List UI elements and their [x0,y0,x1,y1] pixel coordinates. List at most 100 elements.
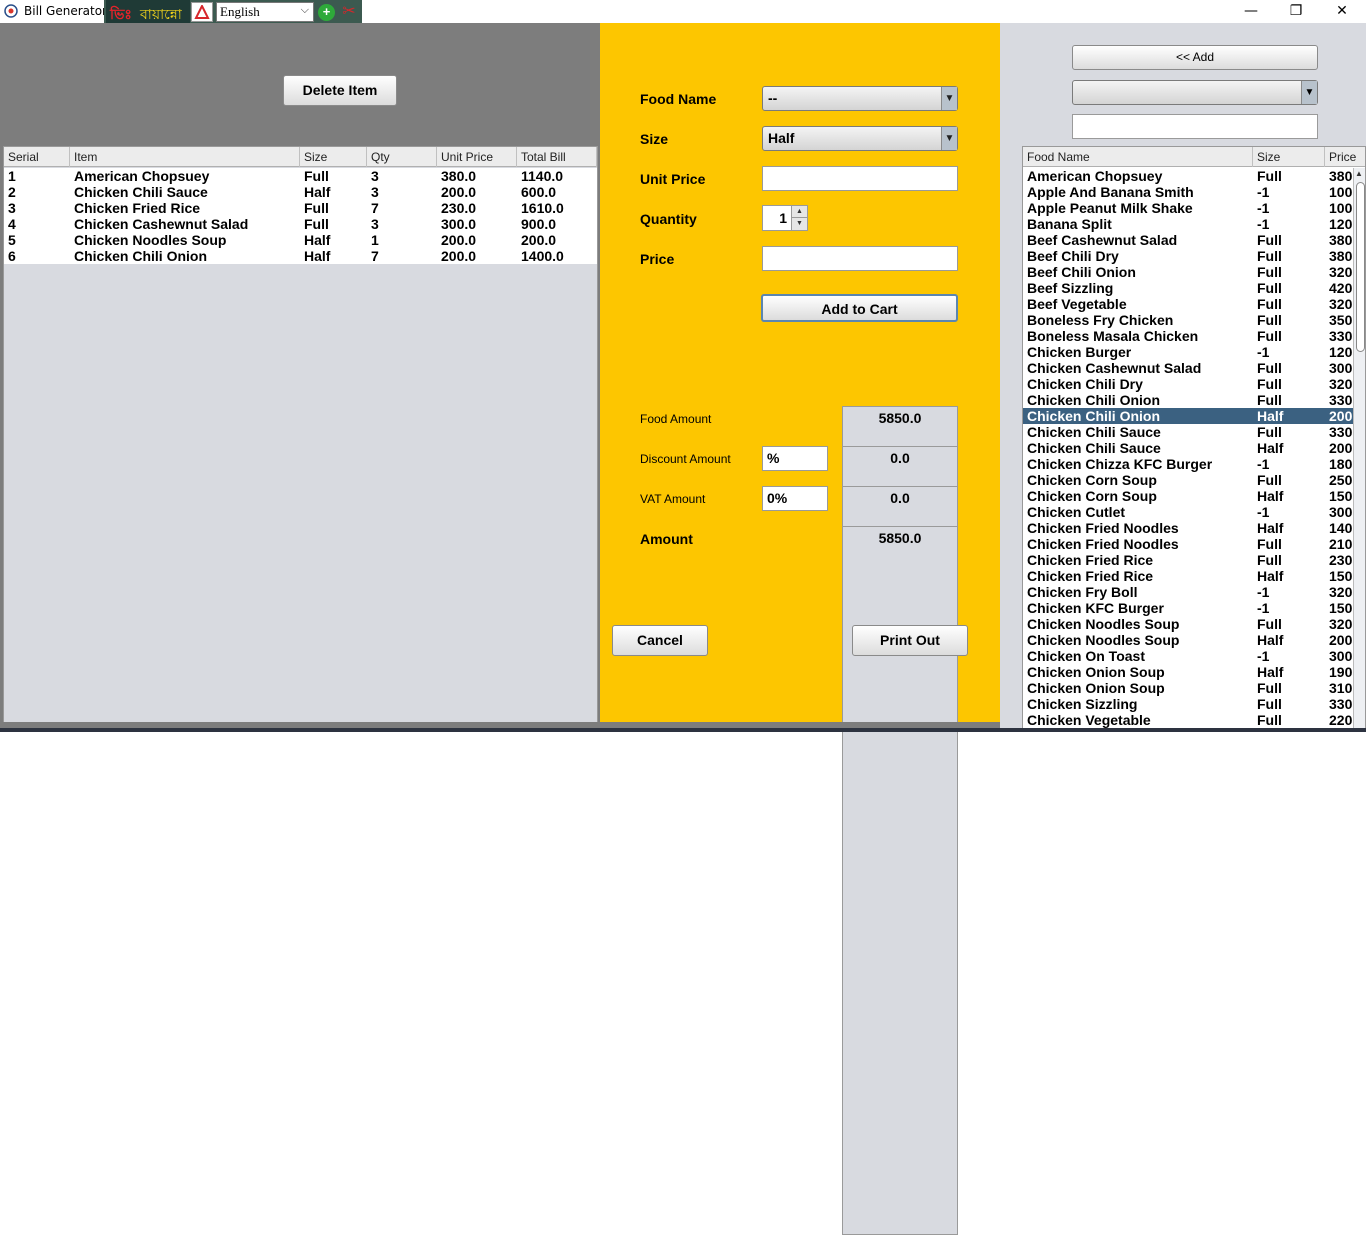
cart-table-row[interactable]: 3 Chicken Fried Rice Full 7 230.0 1610.0 [4,200,597,216]
menu-table-row[interactable]: Chicken Corn Soup Half 150 [1023,488,1353,504]
category-select[interactable]: ▼ [1072,80,1318,105]
menu-table-row[interactable]: Chicken Corn Soup Full 250 [1023,472,1353,488]
cell-total-bill: 1140.0 [521,168,564,184]
cell-qty: 7 [371,248,379,264]
size-select[interactable]: Half ▼ [762,126,958,151]
cart-table-row[interactable]: 6 Chicken Chili Onion Half 7 200.0 1400.0 [4,248,597,264]
ime-add-icon[interactable]: + [318,4,335,21]
menu-table-row[interactable]: Chicken Chili Onion Half 200 [1023,408,1353,424]
menu-table-row[interactable]: Chicken Fried Noodles Half 140 [1023,520,1353,536]
ime-logo[interactable]: ভিঃ বায়ান্নো [106,0,190,24]
scroll-up-icon[interactable]: ▲ [1355,169,1363,178]
menu-table-row[interactable]: Chicken On Toast -1 300 [1023,648,1353,664]
column-serial[interactable]: Serial [4,147,70,167]
unit-price-field[interactable] [762,166,958,191]
column-total-bill[interactable]: Total Bill [517,147,597,167]
cell-total-bill: 600.0 [521,184,557,200]
cell-price: 320 [1329,264,1353,280]
discount-percent-field[interactable]: % [762,446,828,471]
cart-table-row[interactable]: 2 Chicken Chili Sauce Half 3 200.0 600.0 [4,184,597,200]
cell-food-name: Chicken Corn Soup [1027,472,1157,488]
menu-table-row[interactable]: Chicken KFC Burger -1 150 [1023,600,1353,616]
spinner-down-icon[interactable]: ▼ [791,218,807,230]
menu-table-row[interactable]: Chicken Chizza KFC Burger -1 180 [1023,456,1353,472]
menu-table-row[interactable]: Chicken Chili Dry Full 320 [1023,376,1353,392]
price-field[interactable] [762,246,958,271]
column-qty[interactable]: Qty [367,147,437,167]
cell-qty: 7 [371,200,379,216]
column-size[interactable]: Size [300,147,367,167]
cell-food-name: Chicken Fried Noodles [1027,536,1179,552]
menu-table-row[interactable]: Chicken Noodles Soup Full 320 [1023,616,1353,632]
cart-table-row[interactable]: 1 American Chopsuey Full 3 380.0 1140.0 [4,168,597,184]
cell-size: Half [304,184,331,200]
cart-table-row[interactable]: 5 Chicken Noodles Soup Half 1 200.0 200.0 [4,232,597,248]
delete-item-button[interactable]: Delete Item [283,75,397,106]
ime-tool-icon[interactable]: ✂ [340,3,358,21]
cell-size: Full [304,168,329,184]
spinner-up-icon[interactable]: ▲ [791,206,807,218]
menu-scrollbar[interactable]: ▲ [1353,168,1365,731]
close-button[interactable]: ✕ [1319,0,1365,23]
chevron-down-icon[interactable]: ▼ [941,127,957,150]
cart-table-row[interactable]: 4 Chicken Cashewnut Salad Full 3 300.0 900.0 [4,216,597,232]
menu-table-row[interactable]: Chicken Noodles Soup Half 200 [1023,632,1353,648]
scrollbar-thumb[interactable] [1356,182,1365,352]
vat-percent-field[interactable]: 0% [762,486,828,511]
add-item-button[interactable]: << Add [1072,45,1318,70]
chevron-down-icon[interactable]: ▼ [941,87,957,110]
minimize-button[interactable]: — [1228,0,1274,23]
menu-table-row[interactable]: Chicken Chili Sauce Full 330 [1023,424,1353,440]
chevron-down-icon[interactable]: ▼ [1301,81,1317,104]
menu-table-row[interactable]: Beef Vegetable Full 320 [1023,296,1353,312]
menu-table-row[interactable]: Beef Sizzling Full 420 [1023,280,1353,296]
menu-table-row[interactable]: Chicken Burger -1 120 [1023,344,1353,360]
quantity-stepper[interactable]: 1 ▲ ▼ [762,205,808,231]
restore-button[interactable]: ❐ [1273,0,1319,23]
ime-mode-icon[interactable] [191,2,213,22]
menu-table-row[interactable]: Boneless Fry Chicken Full 350 [1023,312,1353,328]
column-price[interactable]: Price [1325,147,1365,167]
menu-table-row[interactable]: Chicken Sizzling Full 330 [1023,696,1353,712]
menu-table-row[interactable]: Chicken Cutlet -1 300 [1023,504,1353,520]
menu-table-row[interactable]: Chicken Chili Onion Full 330 [1023,392,1353,408]
column-unit-price[interactable]: Unit Price [437,147,517,167]
menu-table-row[interactable]: Beef Chili Onion Full 320 [1023,264,1353,280]
menu-table-row[interactable]: Beef Cashewnut Salad Full 380 [1023,232,1353,248]
cell-price: 300 [1329,360,1353,376]
cell-size: Full [1257,264,1282,280]
column-food-name[interactable]: Food Name [1023,147,1253,167]
menu-table-row[interactable]: Chicken Vegetable Full 220 [1023,712,1353,728]
add-to-cart-button[interactable]: Add to Cart [761,294,958,322]
ime-language-select[interactable]: English ⌵ [216,2,314,22]
menu-table-row[interactable]: Chicken Onion Soup Full 310 [1023,680,1353,696]
menu-table-row[interactable]: Apple Peanut Milk Shake -1 100 [1023,200,1353,216]
cell-food-name: Chicken Chizza KFC Burger [1027,456,1213,472]
search-input[interactable] [1072,114,1318,139]
cell-size: Full [1257,296,1282,312]
cell-serial: 3 [8,200,16,216]
cell-total-bill: 1400.0 [521,248,564,264]
menu-table-row[interactable]: Boneless Masala Chicken Full 330 [1023,328,1353,344]
menu-table-row[interactable]: Chicken Fried Rice Half 150 [1023,568,1353,584]
column-size[interactable]: Size [1253,147,1325,167]
menu-table-row[interactable]: American Chopsuey Full 380 [1023,168,1353,184]
column-item[interactable]: Item [70,147,300,167]
cell-food-name: Chicken Cutlet [1027,504,1126,520]
cell-food-name: Banana Split [1027,216,1112,232]
menu-table-row[interactable]: Chicken Chili Sauce Half 200 [1023,440,1353,456]
food-amount-label: Food Amount [640,412,712,426]
menu-table-row[interactable]: Chicken Fried Rice Full 230 [1023,552,1353,568]
print-out-button[interactable]: Print Out [852,625,968,656]
cell-total-bill: 1610.0 [521,200,564,216]
menu-table-row[interactable]: Apple And Banana Smith -1 100 [1023,184,1353,200]
cell-size: Full [1257,360,1282,376]
food-name-select[interactable]: -- ▼ [762,86,958,111]
menu-table-row[interactable]: Chicken Fry Boll -1 320 [1023,584,1353,600]
menu-table-row[interactable]: Chicken Cashewnut Salad Full 300 [1023,360,1353,376]
menu-table-row[interactable]: Banana Split -1 120 [1023,216,1353,232]
menu-table-row[interactable]: Chicken Onion Soup Half 190 [1023,664,1353,680]
menu-table-row[interactable]: Beef Chili Dry Full 380 [1023,248,1353,264]
cancel-button[interactable]: Cancel [612,625,708,656]
menu-table-row[interactable]: Chicken Fried Noodles Full 210 [1023,536,1353,552]
